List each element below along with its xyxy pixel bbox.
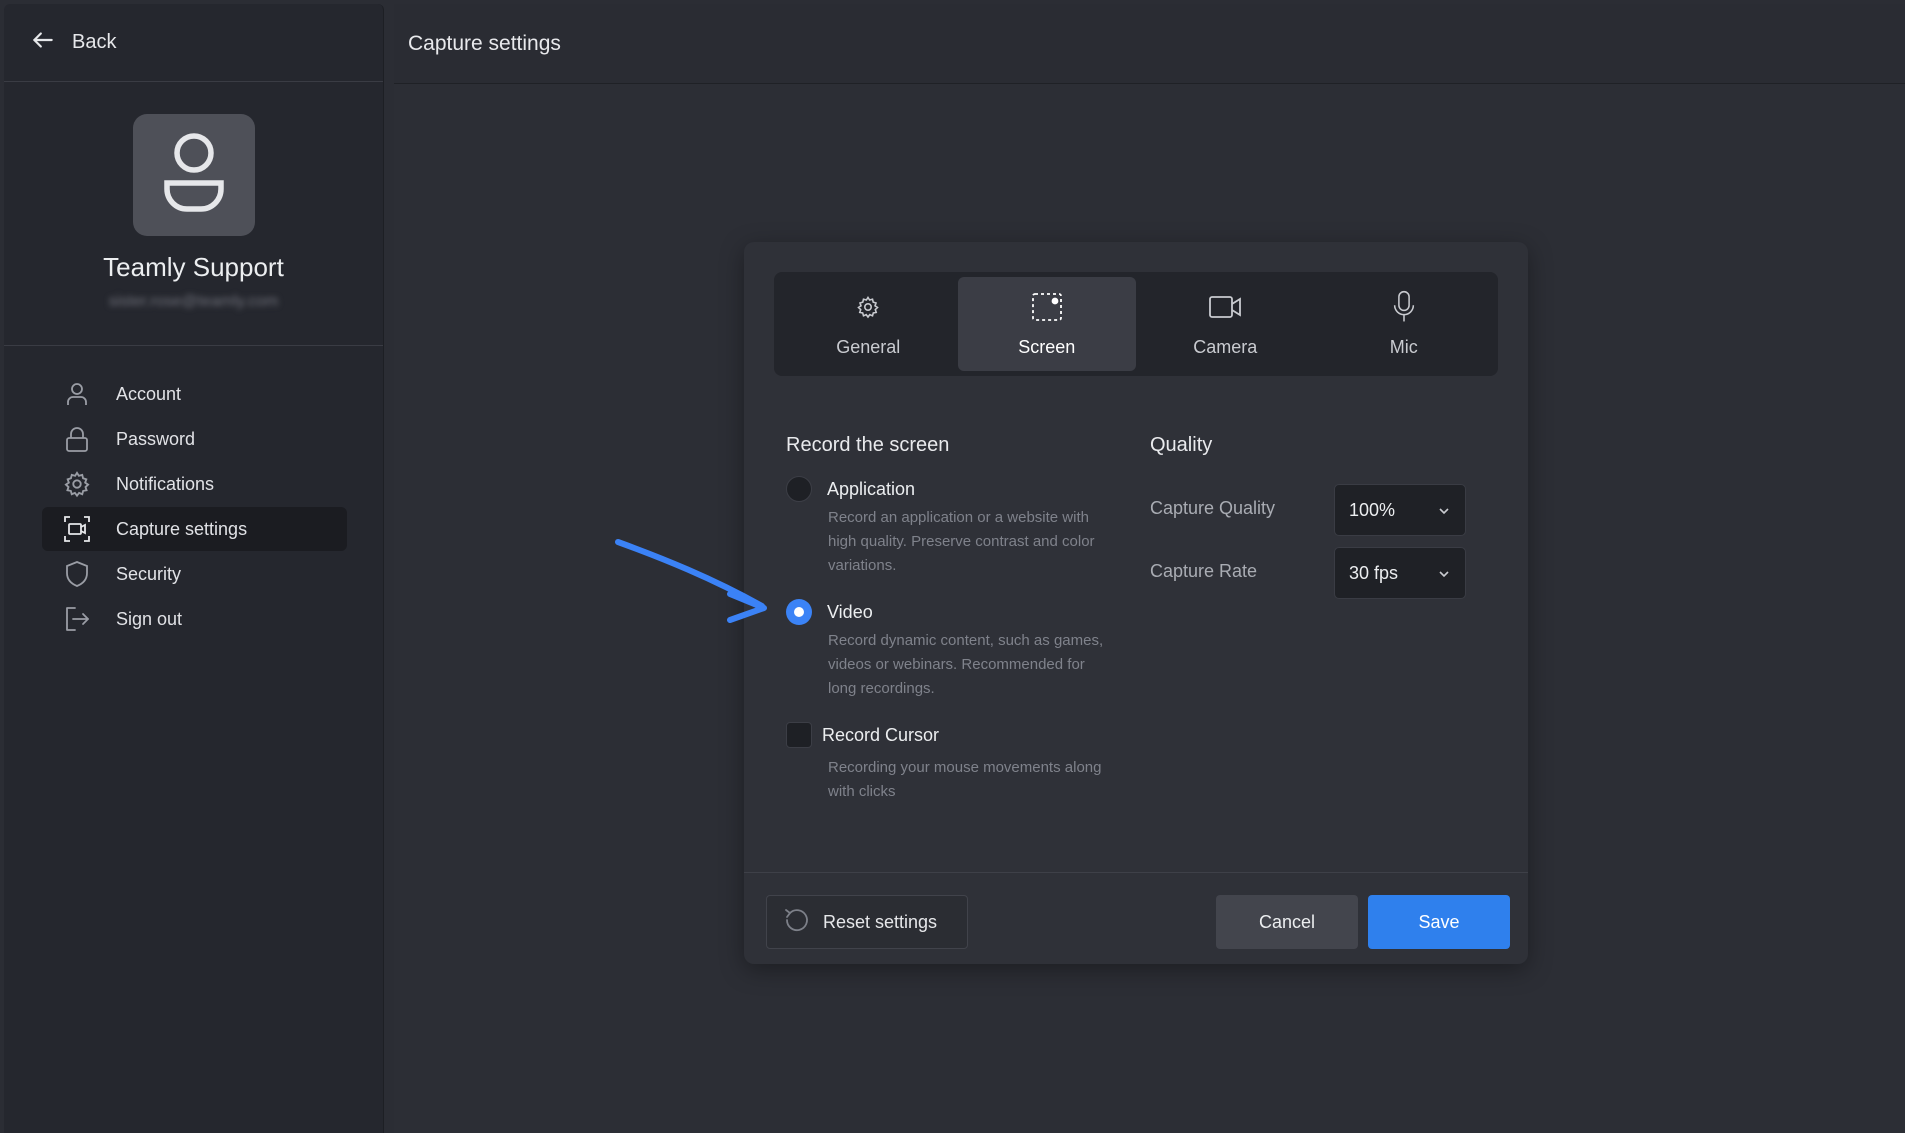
sidebar: Back Teamly Support sister.rose@teamly.c… <box>4 4 384 1133</box>
user-icon <box>62 379 92 409</box>
quality-section-title: Quality <box>1150 434 1213 456</box>
page-header: Capture settings <box>394 4 1905 84</box>
sign-out-icon <box>62 604 92 634</box>
option-description: Record an application or a website with … <box>828 509 1095 574</box>
tab-screen[interactable]: Screen <box>957 277 1136 371</box>
back-label: Back <box>72 31 117 53</box>
back-button[interactable]: Back <box>4 4 383 82</box>
tab-camera[interactable]: Camera <box>1136 277 1315 371</box>
capture-rate-value: 30 fps <box>1349 562 1399 583</box>
screen-select-icon <box>1030 290 1064 329</box>
tab-general[interactable]: General <box>779 277 958 371</box>
sidebar-item-notifications[interactable]: Notifications <box>42 462 347 506</box>
record-section-title: Record the screen <box>786 434 950 456</box>
sidebar-item-capture-settings[interactable]: Capture settings <box>42 507 347 551</box>
chevron-down-icon <box>1437 567 1451 581</box>
profile-email: sister.rose@teamly.com <box>108 293 279 310</box>
lock-icon <box>62 424 92 454</box>
sidebar-item-account[interactable]: Account <box>42 372 347 416</box>
option-application: Application Record an application or a w… <box>786 476 1116 578</box>
cancel-button[interactable]: Cancel <box>1216 895 1358 949</box>
capture-icon <box>62 514 92 544</box>
sidebar-item-password[interactable]: Password <box>42 417 347 461</box>
capture-settings-dialog: General Screen Camera Mic Record the scr… <box>744 242 1528 964</box>
reset-settings-label: Reset settings <box>823 911 938 932</box>
app-window: Back Teamly Support sister.rose@teamly.c… <box>0 0 1905 1133</box>
profile-name: Teamly Support <box>103 252 284 282</box>
capture-quality-value: 100% <box>1349 499 1396 520</box>
dialog-footer: Reset settings Cancel Save <box>744 872 1528 964</box>
sidebar-item-security[interactable]: Security <box>42 552 347 596</box>
sidebar-item-label: Notifications <box>116 473 215 494</box>
tab-mic[interactable]: Mic <box>1315 277 1494 371</box>
avatar[interactable] <box>132 114 255 236</box>
page-title: Capture settings <box>408 31 561 55</box>
capture-quality-select[interactable]: 100% <box>1334 484 1466 536</box>
gear-icon <box>62 469 92 499</box>
shield-icon <box>62 559 92 589</box>
arrow-left-icon <box>30 27 56 58</box>
sidebar-item-label: Password <box>116 428 196 449</box>
profile-card: Teamly Support sister.rose@teamly.com <box>4 82 383 346</box>
option-description: Recording your mouse movements along wit… <box>828 759 1102 800</box>
option-description: Record dynamic content, such as games, v… <box>828 632 1104 697</box>
capture-quality-label: Capture Quality <box>1150 498 1276 518</box>
capture-rate-select[interactable]: 30 fps <box>1334 547 1466 599</box>
sidebar-item-label: Account <box>116 383 182 404</box>
capture-rate-label: Capture Rate <box>1150 561 1258 581</box>
tab-label: Camera <box>1193 337 1258 357</box>
camera-icon <box>1208 290 1242 329</box>
reset-icon <box>781 905 823 940</box>
reset-settings-button[interactable]: Reset settings <box>766 895 968 949</box>
option-record-cursor: Record Cursor Recording your mouse movem… <box>786 722 1116 804</box>
sidebar-item-sign-out[interactable]: Sign out <box>42 597 347 641</box>
tab-label: Screen <box>1018 337 1076 357</box>
option-video: Video Record dynamic content, such as ga… <box>786 599 1116 701</box>
tab-label: General <box>836 337 901 357</box>
settings-tabs: General Screen Camera Mic <box>774 272 1498 376</box>
video-radio[interactable] <box>786 599 812 625</box>
gear-icon <box>851 290 885 329</box>
user-avatar-icon <box>159 131 229 220</box>
option-label: Application <box>827 478 916 499</box>
option-label: Video <box>827 601 873 622</box>
sidebar-item-label: Security <box>116 563 182 584</box>
annotation-arrow-icon <box>612 536 777 626</box>
sidebar-item-label: Sign out <box>116 608 183 629</box>
tab-label: Mic <box>1389 337 1418 357</box>
sidebar-item-label: Capture settings <box>116 518 248 539</box>
microphone-icon <box>1387 290 1421 329</box>
chevron-down-icon <box>1437 504 1451 518</box>
record-cursor-checkbox[interactable] <box>786 722 812 748</box>
save-button[interactable]: Save <box>1368 895 1510 949</box>
application-radio[interactable] <box>786 476 812 502</box>
option-label: Record Cursor <box>822 724 940 745</box>
settings-nav: Account Password Notifications Capture s… <box>4 346 383 641</box>
